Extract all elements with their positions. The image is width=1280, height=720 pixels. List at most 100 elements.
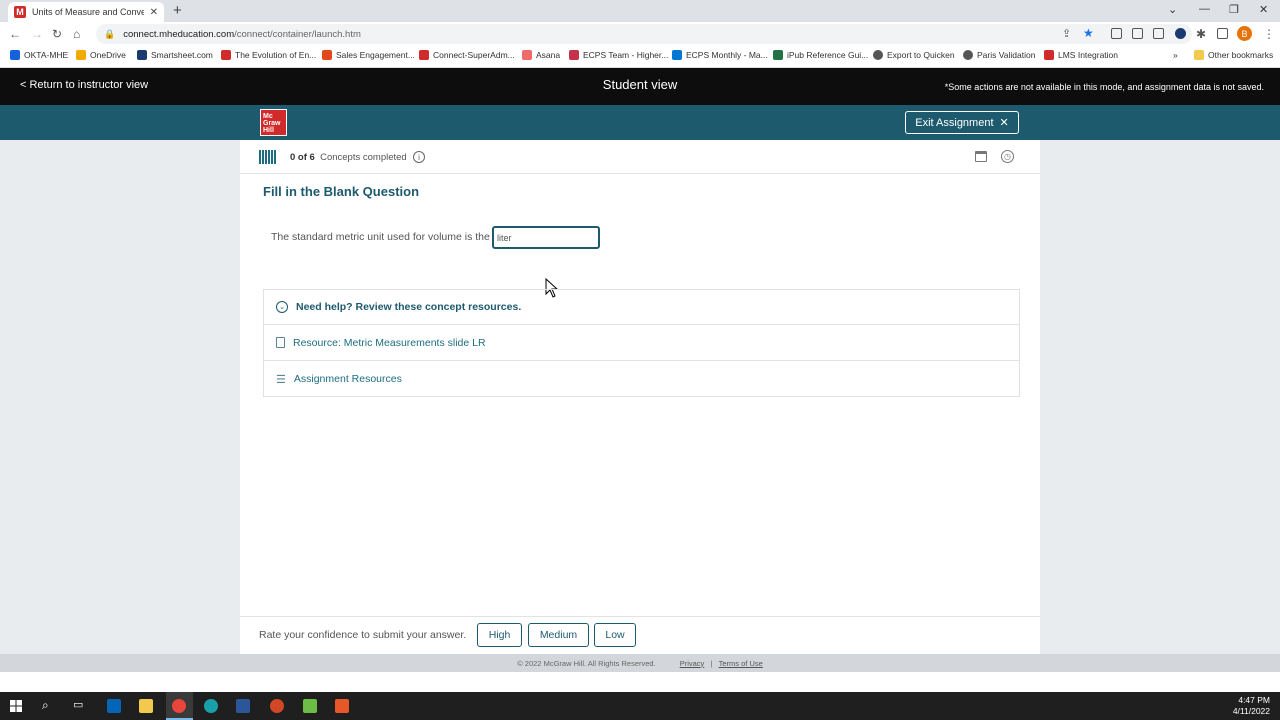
document-icon bbox=[276, 337, 285, 348]
window-close-icon[interactable]: ✕ bbox=[1259, 3, 1268, 16]
assignment-resources-row[interactable]: ☰ Assignment Resources bbox=[264, 361, 1019, 397]
bookmark-evolution[interactable]: The Evolution of En... bbox=[221, 50, 316, 60]
calendar-icon[interactable] bbox=[975, 151, 987, 162]
windows-start-icon[interactable] bbox=[10, 700, 22, 712]
task-view-icon[interactable]: ▭ bbox=[73, 698, 83, 711]
smartsheet-icon bbox=[137, 50, 147, 60]
profile-avatar[interactable]: B bbox=[1237, 26, 1252, 41]
site-footer: © 2022 McGraw Hill. All Rights Reserved.… bbox=[0, 654, 1280, 672]
confidence-medium-button[interactable]: Medium bbox=[528, 623, 589, 647]
answer-input[interactable] bbox=[492, 226, 600, 249]
okta-icon bbox=[10, 50, 20, 60]
page-bottom bbox=[0, 672, 1280, 692]
bookmark-label: OneDrive bbox=[90, 50, 126, 60]
bookmark-ipub[interactable]: iPub Reference Gui... bbox=[773, 50, 868, 60]
extensions-puzzle-icon[interactable]: ✱ bbox=[1196, 27, 1206, 41]
bookmark-okta[interactable]: OKTA-MHE bbox=[10, 50, 68, 60]
chrome-icon[interactable] bbox=[172, 699, 186, 713]
bookmark-export-quicken[interactable]: Export to Quicken bbox=[873, 50, 955, 60]
file-explorer-icon[interactable] bbox=[139, 699, 153, 713]
assignment-resources-link[interactable]: Assignment Resources bbox=[294, 373, 402, 385]
concept-resources-panel: ⌄ Need help? Review these concept resour… bbox=[263, 289, 1020, 397]
bookmark-lms-integration[interactable]: LMS Integration bbox=[1044, 50, 1118, 60]
bookmark-label: The Evolution of En... bbox=[235, 50, 317, 60]
other-bookmarks[interactable]: Other bookmarks bbox=[1194, 50, 1273, 60]
search-icon[interactable]: ⌕ bbox=[42, 698, 49, 713]
excel-icon bbox=[773, 50, 783, 60]
concepts-completed: 0 of 6 Concepts completed bbox=[290, 152, 407, 163]
new-tab-plus-icon[interactable]: + bbox=[173, 2, 182, 19]
onedrive-icon bbox=[76, 50, 86, 60]
bookmark-smartsheet[interactable]: Smartsheet.com bbox=[137, 50, 213, 60]
side-panel-icon[interactable] bbox=[1217, 28, 1228, 39]
share-icon[interactable]: ⇪ bbox=[1062, 27, 1071, 40]
exit-assignment-button[interactable]: Exit Assignment ✕ bbox=[905, 111, 1019, 134]
mcgraw-hill-logo: Mc Graw Hill bbox=[260, 109, 287, 136]
bookmark-paris-validation[interactable]: Paris Validation bbox=[963, 50, 1035, 60]
clock-time: 4:47 PM bbox=[1238, 695, 1270, 705]
forward-arrow-icon[interactable]: → bbox=[31, 27, 43, 41]
camtasia-icon[interactable] bbox=[303, 699, 317, 713]
confidence-bar: Rate your confidence to submit your answ… bbox=[240, 616, 1040, 653]
windows-taskbar: ⌕ ▭ 4:47 PM 4/11/2022 bbox=[0, 692, 1280, 720]
browser-tab[interactable]: M Units of Measure and Conversion ✕ bbox=[8, 2, 164, 22]
bookmark-sales-engagement[interactable]: Sales Engagement... bbox=[322, 50, 415, 60]
folder-icon bbox=[1194, 50, 1204, 60]
tab-title: Units of Measure and Conversion bbox=[32, 7, 144, 17]
extension-icon-3[interactable] bbox=[1153, 28, 1164, 39]
chrome-menu-icon[interactable]: ⋮ bbox=[1263, 27, 1275, 41]
bookmark-label: Connect-SuperAdm... bbox=[433, 50, 515, 60]
privacy-link[interactable]: Privacy bbox=[680, 659, 705, 668]
bookmark-asana[interactable]: Asana bbox=[522, 50, 560, 60]
back-arrow-icon[interactable]: ← bbox=[9, 27, 21, 41]
reload-icon[interactable]: ↻ bbox=[52, 27, 62, 41]
resource-link-row[interactable]: Resource: Metric Measurements slide LR bbox=[264, 325, 1019, 361]
mcgraw-hill-favicon-icon: M bbox=[14, 6, 26, 18]
chevron-down-icon: ⌄ bbox=[276, 301, 288, 313]
bookmark-ecps-monthly[interactable]: ECPS Monthly - Ma... bbox=[672, 50, 768, 60]
bookmark-ecps-team[interactable]: ECPS Team - Higher... bbox=[569, 50, 668, 60]
home-icon[interactable]: ⌂ bbox=[73, 27, 80, 41]
tab-search-chevron-icon[interactable]: ⌄ bbox=[1168, 3, 1177, 16]
confidence-high-button[interactable]: High bbox=[477, 623, 522, 647]
browser-toolbar: ← → ↻ ⌂ 🔒 connect.mheducation.com/connec… bbox=[0, 22, 1280, 46]
info-icon[interactable]: i bbox=[413, 151, 425, 163]
url-path: /connect/container/launch.htm bbox=[234, 28, 361, 40]
tab-close-icon[interactable]: ✕ bbox=[150, 7, 158, 18]
resource-link[interactable]: Resource: Metric Measurements slide LR bbox=[293, 337, 486, 349]
concept-progress-row: 0 of 6 Concepts completed i ◷ bbox=[240, 140, 1040, 174]
minimize-icon[interactable]: — bbox=[1199, 3, 1210, 15]
logo-line: Graw bbox=[263, 120, 281, 127]
globe-icon bbox=[873, 50, 883, 60]
system-clock[interactable]: 4:47 PM 4/11/2022 bbox=[1233, 695, 1270, 717]
terms-link[interactable]: Terms of Use bbox=[719, 659, 763, 668]
bookmarks-bar: OKTA-MHE OneDrive Smartsheet.com The Evo… bbox=[0, 46, 1280, 68]
bookmark-connect-superadmin[interactable]: Connect-SuperAdm... bbox=[419, 50, 515, 60]
more-bookmarks-chevron-icon[interactable]: » bbox=[1173, 50, 1178, 60]
snagit-icon[interactable] bbox=[335, 699, 349, 713]
bookmark-onedrive[interactable]: OneDrive bbox=[76, 50, 126, 60]
other-bookmarks-label: Other bookmarks bbox=[1208, 50, 1274, 60]
outlook-icon[interactable] bbox=[107, 699, 121, 713]
footer-separator: | bbox=[710, 658, 713, 668]
restore-icon[interactable]: ❐ bbox=[1229, 3, 1239, 16]
bookmark-label: Export to Quicken bbox=[887, 50, 955, 60]
extension-icon-2[interactable] bbox=[1132, 28, 1143, 39]
clock-date: 4/11/2022 bbox=[1232, 706, 1270, 716]
bookmark-label: ECPS Monthly - Ma... bbox=[686, 50, 768, 60]
bookmark-star-icon[interactable]: ★ bbox=[1083, 26, 1094, 40]
need-help-toggle[interactable]: ⌄ Need help? Review these concept resour… bbox=[264, 290, 1019, 325]
edge-icon[interactable] bbox=[204, 699, 218, 713]
word-icon[interactable] bbox=[236, 699, 250, 713]
copyright-text: © 2022 McGraw Hill. All Rights Reserved. bbox=[517, 658, 656, 668]
logo-line: Mc bbox=[263, 113, 273, 120]
clock-icon[interactable]: ◷ bbox=[1001, 150, 1014, 163]
list-icon: ☰ bbox=[276, 373, 286, 386]
confidence-low-button[interactable]: Low bbox=[594, 623, 636, 647]
address-bar[interactable]: 🔒 connect.mheducation.com/connect/contai… bbox=[96, 24, 1192, 44]
close-icon: ✕ bbox=[999, 117, 1009, 129]
okta-extension-icon[interactable] bbox=[1175, 28, 1186, 39]
extension-icon-1[interactable] bbox=[1111, 28, 1122, 39]
powerpoint-icon[interactable] bbox=[270, 699, 284, 713]
progress-bars-icon bbox=[259, 150, 281, 164]
